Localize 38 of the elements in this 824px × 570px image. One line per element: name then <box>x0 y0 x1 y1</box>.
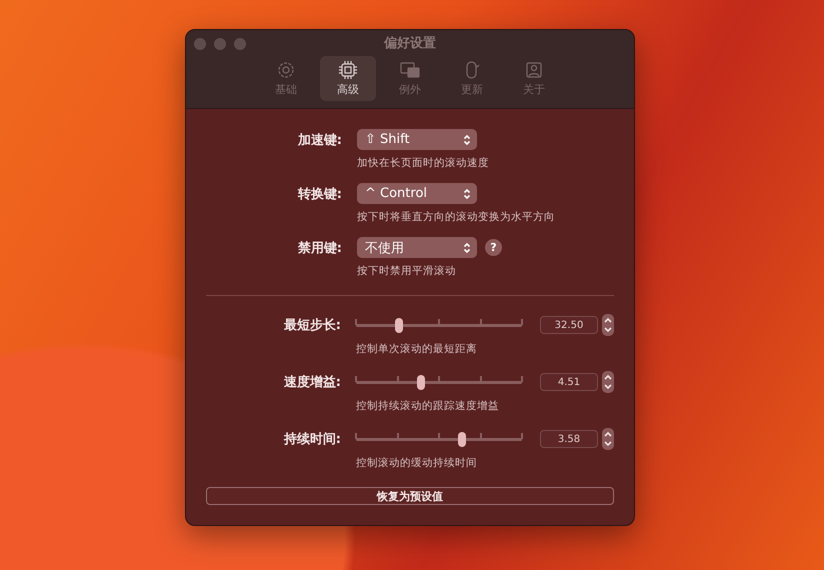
setting-label: 速度增益: <box>282 374 341 391</box>
windows-icon <box>400 60 420 80</box>
slider-track[interactable] <box>356 373 522 391</box>
value-field[interactable]: 3.58 <box>540 430 598 448</box>
setting-label: 最短步长: <box>282 317 341 334</box>
slider-thumb[interactable] <box>458 432 466 447</box>
key-dropdown[interactable]: 不使用 <box>357 237 477 258</box>
updown-arrows-icon <box>463 134 471 146</box>
setting-description: 控制持续滚动的跟踪速度增益 <box>356 399 500 413</box>
key-dropdown[interactable]: ⇧ Shift <box>357 129 477 150</box>
key-dropdown[interactable]: ^ Control <box>357 183 477 204</box>
toolbar-tab[interactable]: 高级 <box>320 56 376 101</box>
stepper-control[interactable] <box>602 428 614 450</box>
person-icon <box>524 60 544 80</box>
slider-track[interactable] <box>356 316 522 334</box>
stepper-control[interactable] <box>602 371 614 393</box>
reset-button[interactable]: 恢复为预设值 <box>206 487 614 505</box>
window-title: 偏好设置 <box>384 35 436 52</box>
updown-arrows-icon <box>463 188 471 200</box>
setting-description: 按下时禁用平滑滚动 <box>357 264 457 278</box>
setting-label: 转换键: <box>296 186 342 203</box>
gear-icon <box>276 60 296 80</box>
value-field[interactable]: 32.50 <box>540 316 598 334</box>
setting-label: 持续时间: <box>282 431 341 448</box>
chip-icon <box>338 60 358 80</box>
setting-description: 控制单次滚动的最短距离 <box>356 342 478 356</box>
setting-description: 加快在长页面时的滚动速度 <box>357 156 489 170</box>
slider-thumb[interactable] <box>416 375 425 390</box>
setting-label: 加速键: <box>296 132 342 149</box>
slider-thumb[interactable] <box>395 318 404 333</box>
setting-description: 按下时将垂直方向的滚动变换为水平方向 <box>357 210 555 224</box>
updown-arrows-icon <box>463 242 471 254</box>
setting-description: 控制滚动的缓动持续时间 <box>356 456 478 470</box>
stepper-control[interactable] <box>602 314 614 336</box>
value-field[interactable]: 4.51 <box>540 373 598 391</box>
slider-track[interactable] <box>356 430 522 448</box>
help-button[interactable]: ? <box>485 239 502 256</box>
setting-label: 禁用键: <box>296 240 342 257</box>
